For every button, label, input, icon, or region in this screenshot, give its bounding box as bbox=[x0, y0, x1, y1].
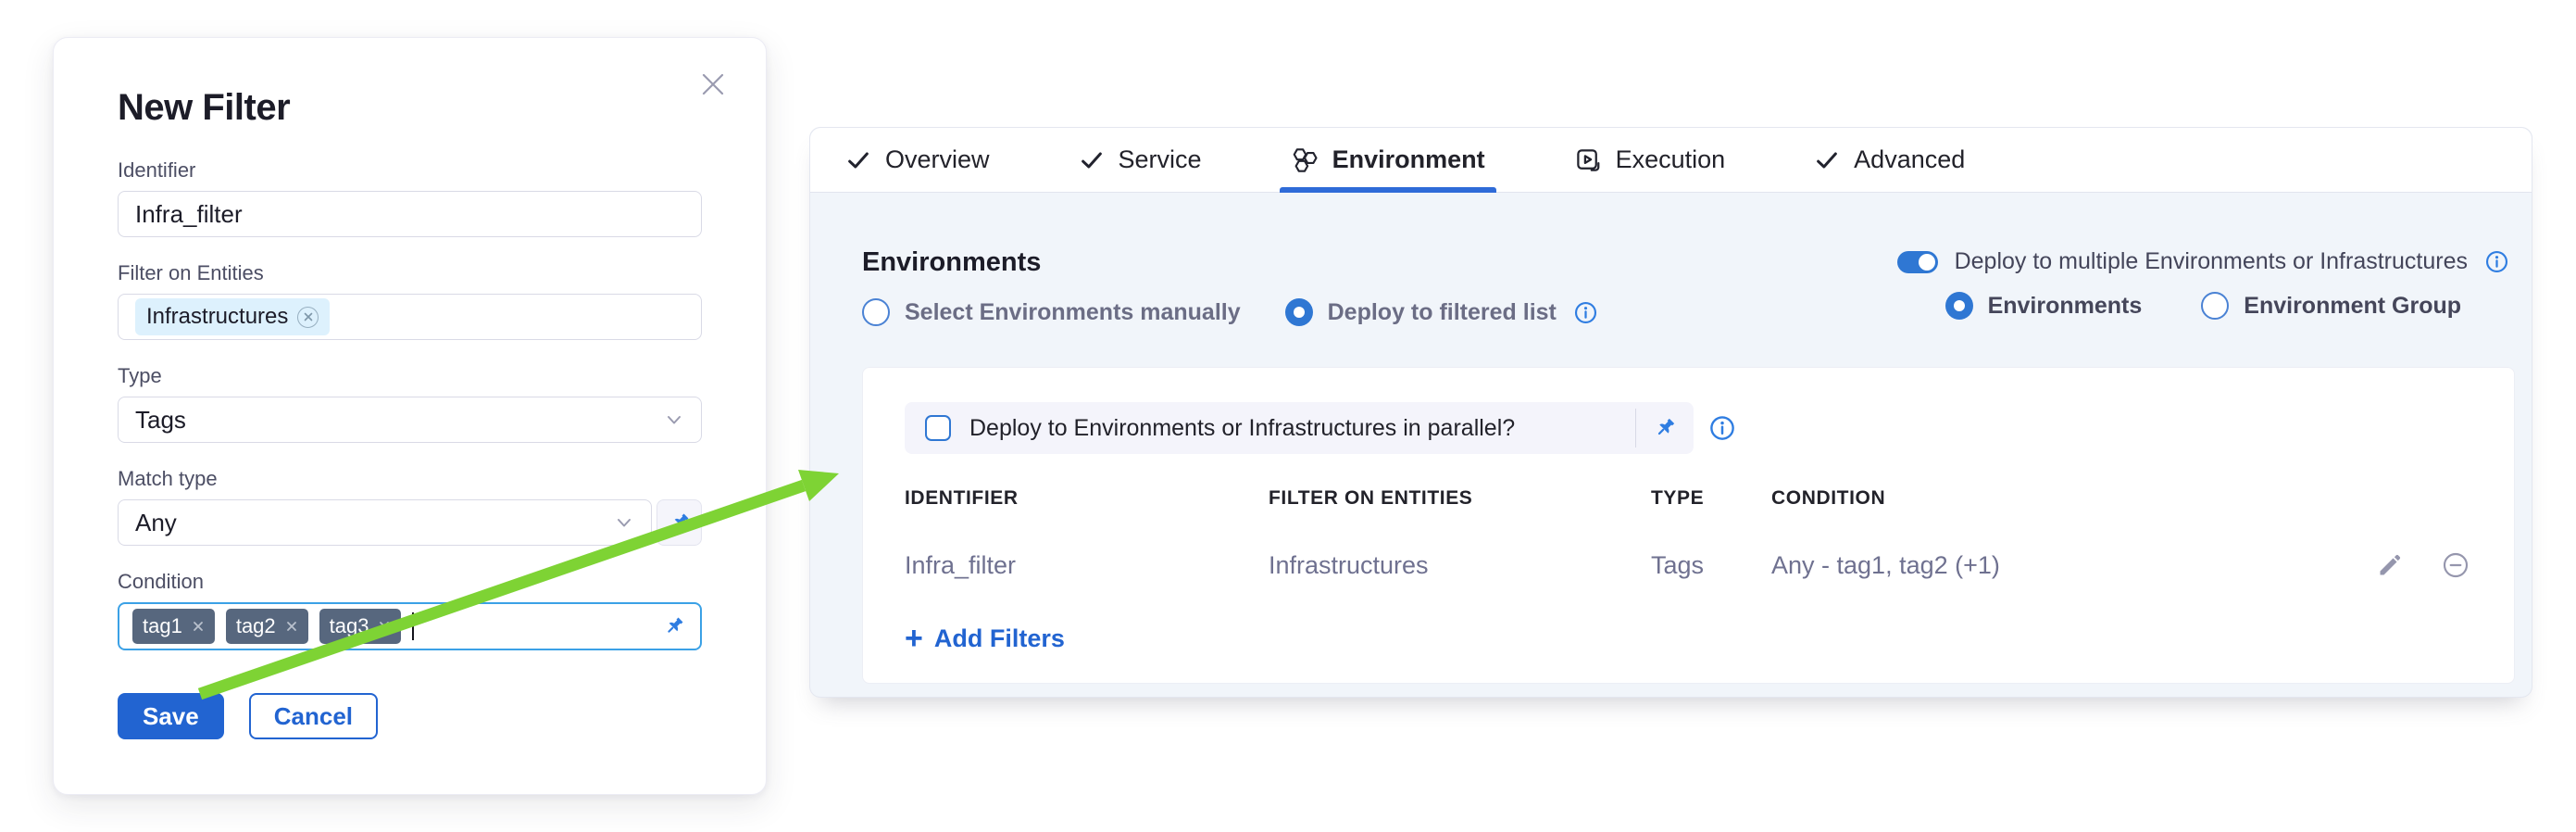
parallel-checkbox[interactable] bbox=[925, 415, 951, 441]
add-filters-label: Add Filters bbox=[934, 624, 1065, 653]
deploy-multiple-toggle[interactable] bbox=[1897, 251, 1938, 273]
table-row: Infra_filter Infrastructures Tags Any - … bbox=[905, 550, 2472, 580]
environments-heading: Environments bbox=[862, 246, 1598, 278]
filter-on-entities-input[interactable]: Infrastructures bbox=[118, 294, 702, 340]
modal-title: New Filter bbox=[118, 86, 702, 129]
tab-label: Environment bbox=[1332, 145, 1485, 174]
execution-play-icon bbox=[1574, 146, 1602, 174]
condition-field: Condition tag1 tag2 tag3 bbox=[118, 570, 702, 650]
type-value: Tags bbox=[135, 406, 186, 435]
close-icon[interactable] bbox=[694, 66, 732, 103]
condition-label: Condition bbox=[118, 570, 702, 594]
check-icon bbox=[845, 147, 871, 173]
add-filters-button[interactable]: + Add Filters bbox=[905, 624, 1065, 653]
text-caret bbox=[412, 612, 414, 640]
radio-label: Deploy to filtered list bbox=[1328, 299, 1557, 326]
environments-header-right: Deploy to multiple Environments or Infra… bbox=[1897, 246, 2509, 320]
pin-icon bbox=[667, 510, 693, 536]
chevron-down-icon bbox=[664, 410, 684, 430]
type-field: Type Tags bbox=[118, 364, 702, 443]
entity-chip-label: Infrastructures bbox=[146, 304, 288, 330]
chip-remove-icon[interactable] bbox=[378, 620, 391, 633]
match-type-value: Any bbox=[135, 509, 177, 537]
environment-hexagons-icon bbox=[1291, 146, 1319, 174]
chip-remove-icon[interactable] bbox=[285, 620, 298, 633]
condition-chip: tag3 bbox=[319, 609, 402, 644]
radio-environments[interactable]: Environments bbox=[1945, 292, 2143, 320]
filter-on-entities-label: Filter on Entities bbox=[118, 261, 702, 285]
environment-stage-panel: Overview Service Environment bbox=[809, 127, 2532, 698]
type-label: Type bbox=[118, 364, 702, 388]
row-condition: Any - tag1, tag2 (+1) bbox=[1771, 551, 2333, 580]
toggle-label: Deploy to multiple Environments or Infra… bbox=[1955, 248, 2468, 275]
parallel-question: Deploy to Environments or Infrastructure… bbox=[969, 415, 1515, 442]
tab-label: Advanced bbox=[1854, 145, 1965, 174]
radio-select-environments-manually[interactable]: Select Environments manually bbox=[862, 298, 1241, 326]
radio-label: Environment Group bbox=[2244, 293, 2461, 320]
condition-chip-label: tag3 bbox=[330, 614, 369, 638]
cancel-button[interactable]: Cancel bbox=[249, 693, 378, 739]
chip-remove-icon[interactable] bbox=[192, 620, 205, 633]
plus-icon: + bbox=[905, 626, 923, 651]
match-type-field: Match type Any bbox=[118, 467, 702, 546]
radio-unselected-icon[interactable] bbox=[2201, 292, 2229, 320]
info-icon[interactable] bbox=[1708, 414, 1736, 442]
identifier-input[interactable]: Infra_filter bbox=[118, 191, 702, 237]
match-type-label: Match type bbox=[118, 467, 702, 491]
radio-environment-group[interactable]: Environment Group bbox=[2201, 292, 2461, 320]
edit-pencil-icon[interactable] bbox=[2376, 551, 2404, 579]
column-header-condition: CONDITION bbox=[1771, 487, 2333, 510]
identifier-field: Identifier Infra_filter bbox=[118, 158, 702, 237]
entity-chip: Infrastructures bbox=[135, 298, 330, 335]
row-filter-on-entities: Infrastructures bbox=[1269, 551, 1651, 580]
condition-chip: tag2 bbox=[226, 609, 308, 644]
tab-advanced[interactable]: Advanced bbox=[1814, 128, 1965, 192]
tab-label: Service bbox=[1119, 145, 1202, 174]
radio-deploy-to-filtered-list[interactable]: Deploy to filtered list bbox=[1285, 298, 1598, 326]
info-icon[interactable] bbox=[1573, 300, 1598, 325]
new-filter-modal: New Filter Identifier Infra_filter Filte… bbox=[53, 37, 767, 795]
environments-header-left: Environments Select Environments manuall… bbox=[862, 246, 1598, 326]
condition-chip: tag1 bbox=[132, 609, 215, 644]
tab-execution[interactable]: Execution bbox=[1574, 128, 1726, 192]
tab-label: Overview bbox=[885, 145, 990, 174]
chip-remove-icon[interactable] bbox=[297, 307, 319, 328]
radio-label: Environments bbox=[1988, 293, 2143, 320]
filter-on-entities-field: Filter on Entities Infrastructures bbox=[118, 261, 702, 340]
row-type: Tags bbox=[1651, 551, 1771, 580]
info-icon[interactable] bbox=[2484, 249, 2509, 274]
radio-unselected-icon[interactable] bbox=[862, 298, 890, 326]
row-identifier: Infra_filter bbox=[905, 551, 1269, 580]
match-type-pin-button[interactable] bbox=[657, 499, 702, 546]
check-icon bbox=[1079, 147, 1105, 173]
tab-service[interactable]: Service bbox=[1079, 128, 1202, 192]
parallel-deploy-banner: Deploy to Environments or Infrastructure… bbox=[905, 402, 1694, 454]
stage-tab-bar: Overview Service Environment bbox=[810, 128, 2532, 193]
condition-pin-button[interactable] bbox=[661, 613, 687, 639]
column-header-identifier: IDENTIFIER bbox=[905, 487, 1269, 510]
tab-label: Execution bbox=[1616, 145, 1726, 174]
remove-minus-icon[interactable] bbox=[2441, 550, 2470, 580]
save-button[interactable]: Save bbox=[118, 693, 224, 739]
radio-selected-icon[interactable] bbox=[1945, 292, 1973, 320]
type-select[interactable]: Tags bbox=[118, 397, 702, 443]
identifier-label: Identifier bbox=[118, 158, 702, 183]
filters-table-header: IDENTIFIER FILTER ON ENTITIES TYPE CONDI… bbox=[905, 487, 2472, 510]
parallel-pin-button[interactable] bbox=[1636, 402, 1694, 454]
identifier-value: Infra_filter bbox=[135, 200, 243, 229]
filters-card: Deploy to Environments or Infrastructure… bbox=[862, 367, 2515, 684]
chevron-down-icon bbox=[614, 512, 634, 533]
condition-chip-label: tag1 bbox=[143, 614, 182, 638]
condition-input[interactable]: tag1 tag2 tag3 bbox=[118, 602, 702, 650]
radio-selected-icon[interactable] bbox=[1285, 298, 1313, 326]
check-icon bbox=[1814, 147, 1840, 173]
column-header-filter-on-entities: FILTER ON ENTITIES bbox=[1269, 487, 1651, 510]
tab-environment[interactable]: Environment bbox=[1291, 128, 1485, 192]
condition-chip-label: tag2 bbox=[236, 614, 276, 638]
match-type-select[interactable]: Any bbox=[118, 499, 652, 546]
tab-overview[interactable]: Overview bbox=[845, 128, 990, 192]
radio-label: Select Environments manually bbox=[905, 299, 1241, 326]
column-header-type: TYPE bbox=[1651, 487, 1771, 510]
